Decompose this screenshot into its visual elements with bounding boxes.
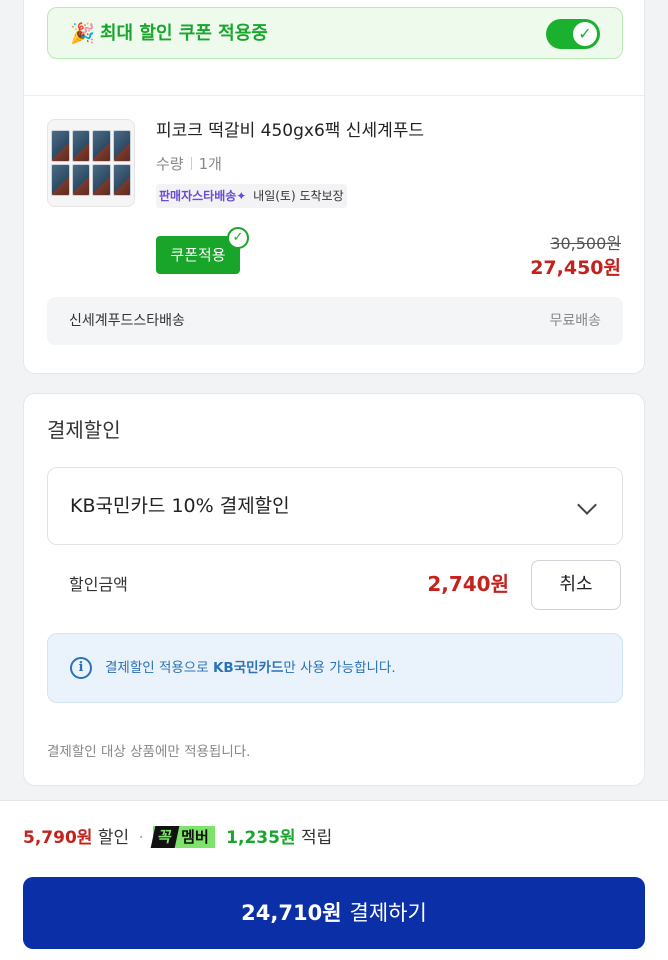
check-circle-icon: ✓ <box>227 227 249 249</box>
coupon-toggle[interactable]: ✓ <box>546 19 600 49</box>
separator-dot: · <box>138 828 144 848</box>
product-pack-image <box>71 164 90 196</box>
delivery-info: 판매자스타배송✦ 내일(토) 도착보장 <box>156 184 347 208</box>
discount-amount-label: 할인금액 <box>69 575 128 594</box>
shipping-fee: 무료배송 <box>549 313 601 329</box>
product-name: 피코크 떡갈비 450gx6팩 신세계푸드 <box>156 121 425 141</box>
info-notice: i 결제할인 적용으로 KB국민카드만 사용 가능합니다. <box>47 633 623 703</box>
sale-price: 27,450원 <box>530 257 621 279</box>
discount-word: 할인 <box>97 828 130 848</box>
product-pack-image <box>51 130 70 162</box>
pay-amount: 24,710원 <box>241 901 342 925</box>
points-word: 적립 <box>300 828 333 848</box>
original-price: 30,500원 <box>550 234 621 253</box>
cancel-discount-button[interactable]: 취소 <box>531 560 621 610</box>
quantity-row: 수량 1개 <box>156 154 222 174</box>
coupon-applied-label: 쿠폰적용 <box>170 246 226 264</box>
payment-discount-card: 결제할인 KB국민카드 10% 결제할인 할인금액 2,740원 취소 i 결제… <box>23 393 645 786</box>
party-popper-icon: 🎉 <box>70 21 95 45</box>
product-pack-image <box>112 164 131 196</box>
total-discount: 5,790원 <box>23 828 93 848</box>
savings-summary: 5,790원 할인 · 꼭 멤버 1,235원 적립 <box>23 826 332 850</box>
product-thumbnail[interactable] <box>47 119 135 207</box>
divider <box>190 157 192 170</box>
kkok-member-badge-right: 멤버 <box>181 828 209 846</box>
product-pack-image <box>92 130 111 162</box>
info-message: 결제할인 적용으로 KB국민카드만 사용 가능합니다. <box>105 657 396 679</box>
selected-card-discount: KB국민카드 10% 결제할인 <box>70 495 290 517</box>
info-icon: i <box>70 657 92 679</box>
order-card: 🎉 최대 할인 쿠폰 적용중 ✓ 피코크 떡갈비 450gx6팩 신세계푸드 수… <box>23 0 645 374</box>
pay-button[interactable]: 24,710원 결제하기 <box>23 877 645 949</box>
arrival-guarantee: 내일(토) 도착보장 <box>253 189 344 203</box>
info-message-suffix: 만 사용 가능합니다. <box>283 660 396 676</box>
product-pack-image <box>71 130 90 162</box>
product-pack-image <box>112 130 131 162</box>
section-title: 결제할인 <box>47 418 121 442</box>
kkok-member-badge: 꼭 멤버 <box>150 826 215 848</box>
kkok-member-badge-left: 꼭 <box>150 826 180 848</box>
card-discount-select[interactable]: KB국민카드 10% 결제할인 <box>47 467 623 545</box>
info-message-card: KB국민카드 <box>212 660 284 676</box>
check-icon: ✓ <box>573 22 597 46</box>
sparkle-icon: ✦ <box>236 189 247 203</box>
chevron-down-icon <box>577 495 597 515</box>
discount-amount: 2,740원 <box>427 572 509 596</box>
coupon-banner-label: 최대 할인 쿠폰 적용중 <box>100 23 268 44</box>
shipping-info: 신세계푸드스타배송 무료배송 <box>47 297 623 345</box>
quantity-label: 수량 <box>156 155 184 173</box>
pay-label: 결제하기 <box>349 901 427 925</box>
discount-note: 결제할인 대상 상품에만 적용됩니다. <box>47 744 251 760</box>
bottom-bar: 5,790원 할인 · 꼭 멤버 1,235원 적립 24,710원 결제하기 <box>0 800 668 960</box>
coupon-banner: 🎉 최대 할인 쿠폰 적용중 ✓ <box>47 7 623 59</box>
info-message-prefix: 결제할인 적용으로 <box>105 660 213 676</box>
shipping-name: 신세계푸드스타배송 <box>69 313 185 329</box>
coupon-applied-button[interactable]: 쿠폰적용 ✓ <box>156 227 249 274</box>
reward-points: 1,235원 <box>226 828 296 848</box>
divider <box>24 95 644 96</box>
product-pack-image <box>92 164 111 196</box>
quantity-value: 1개 <box>198 155 222 173</box>
seller-star-delivery-badge: 판매자스타배송 <box>159 189 237 203</box>
product-pack-image <box>51 164 70 196</box>
